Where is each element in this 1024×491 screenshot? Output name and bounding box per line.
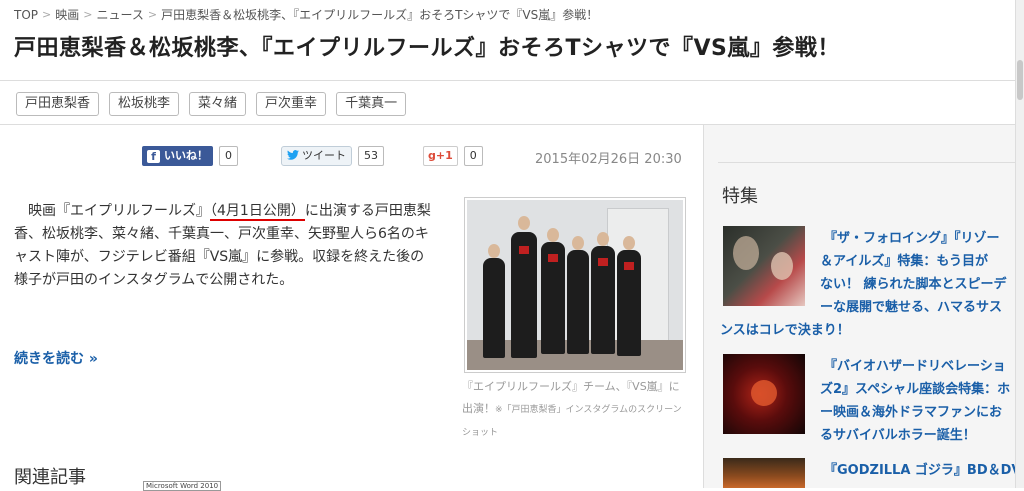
shirt-logo: [598, 258, 608, 266]
title-divider: [0, 80, 1016, 81]
feature-title-line: ズ2』スペシャル座談会特集：ホ: [820, 382, 1011, 397]
feature-title-line: ンスはコレで決まり！: [720, 323, 850, 338]
thumbnail-eye: [751, 380, 777, 406]
article-paragraph: 映画『エイプリルフールズ』（4月1日公開）に出演する戸田恵梨香、松坂桃李、菜々緒…: [14, 200, 434, 292]
twitter-tweet-widget: ツイート 53: [281, 146, 384, 166]
feature-title-following[interactable]: 『ザ・フォロイング』『リゾー ＆アイルズ』特集：もう目が ない！ 練られた脚本と…: [720, 227, 1007, 342]
feature-thumbnail-godzilla[interactable]: [723, 458, 805, 488]
person-head: [518, 216, 530, 230]
tag-list: 戸田恵梨香 松坂桃李 菜々緒 戸次重幸 千葉真一: [16, 92, 407, 116]
feature-title-line: ーな展開で魅せる、ハマるサス: [820, 300, 1003, 315]
feature-title-line: 『バイオハザードリベレーショ: [824, 359, 1006, 374]
person-head: [572, 236, 584, 250]
article-photo[interactable]: [464, 197, 686, 373]
feature-title-biohazard[interactable]: 『バイオハザードリベレーショ ズ2』スペシャル座談会特集：ホ ー映画＆海外ドラマ…: [820, 355, 1010, 447]
post-date: 2015年02月26日 20:30: [535, 152, 682, 167]
feature-title-line: るサバイバルホラー誕生！: [820, 428, 976, 443]
photo-caption-credit: ※「戸田恵梨香」インスタグラムのスクリーンショット: [462, 405, 682, 438]
facebook-like-label: いいね！: [164, 149, 208, 162]
scrollbar-thumb[interactable]: [1017, 60, 1023, 100]
breadcrumb-current: 戸田恵梨香＆松坂桃李、『エイプリルフールズ』おそろTシャツで『VS嵐』参戦！: [161, 8, 599, 22]
tweet-label: ツイート: [302, 149, 346, 162]
page-title: 戸田恵梨香＆松坂桃李、『エイプリルフールズ』おそろTシャツで『VS嵐』参戦！: [14, 36, 840, 61]
sidebar-heading: 特集: [722, 186, 758, 207]
feature-title-line: ＆アイルズ』特集：もう目が: [820, 254, 988, 269]
photo-image: [467, 200, 683, 370]
feature-title-line: 『ザ・フォロイング』『リゾー: [824, 231, 1000, 246]
person-head: [623, 236, 635, 250]
tag-nanao[interactable]: 菜々緒: [189, 92, 247, 116]
tag-toda-erika[interactable]: 戸田恵梨香: [16, 92, 100, 116]
twitter-bird-icon: [287, 147, 299, 165]
facebook-like-count: 0: [219, 146, 238, 166]
tag-totsugi-shigeyuki[interactable]: 戸次重幸: [256, 92, 327, 116]
breadcrumb: TOP > 映画 > ニュース > 戸田恵梨香＆松坂桃李、『エイプリルフールズ』…: [14, 6, 598, 23]
shirt-logo: [624, 262, 634, 270]
gplus-widget: g+1 0: [423, 146, 483, 166]
tweet-button[interactable]: ツイート: [281, 146, 352, 166]
person-figure: [483, 258, 505, 358]
shirt-logo: [519, 246, 529, 254]
feature-title-line: ー映画＆海外ドラマファンにお: [820, 405, 1003, 420]
related-articles-heading: 関連記事: [14, 467, 86, 488]
tag-matsuzaka-tori[interactable]: 松坂桃李: [109, 92, 180, 116]
feature-title-line: ない！ 練られた脚本とスピーデ: [820, 277, 1007, 292]
breadcrumb-separator: >: [147, 8, 158, 21]
facebook-like-button[interactable]: f いいね！: [142, 146, 213, 166]
gplus-button[interactable]: g+1: [423, 146, 458, 166]
tag-chiba-shinichi[interactable]: 千葉真一: [336, 92, 407, 116]
breadcrumb-separator: >: [83, 8, 93, 21]
breadcrumb-news[interactable]: ニュース: [96, 6, 143, 23]
feature-title-godzilla[interactable]: 『GODZILLA ゴジラ』BD＆DV: [824, 459, 1021, 482]
person-head: [488, 244, 500, 258]
facebook-icon: f: [147, 149, 160, 163]
feature-title-line: 『GODZILLA ゴジラ』BD＆DV: [824, 463, 1022, 478]
breadcrumb-separator: >: [42, 8, 52, 21]
person-head: [597, 232, 609, 246]
breadcrumb-top[interactable]: TOP: [14, 8, 38, 22]
person-figure: [567, 250, 589, 354]
facebook-like-widget: f いいね！ 0: [142, 146, 238, 166]
feature-thumbnail-biohazard[interactable]: [723, 354, 805, 434]
sidebar-divider: [718, 162, 1016, 163]
release-date-highlight: （4月1日公開）: [210, 203, 305, 221]
person-head: [547, 228, 559, 242]
photo-caption: 『エイプリルフールズ』チーム、『VS嵐』に出演！※「戸田恵梨香」インスタグラムの…: [462, 376, 684, 444]
shirt-logo: [548, 254, 558, 262]
word-tooltip: Microsoft Word 2010: [143, 481, 222, 491]
breadcrumb-movies[interactable]: 映画: [55, 6, 79, 23]
article-body: 映画『エイプリルフールズ』（4月1日公開）に出演する戸田恵梨香、松坂桃李、菜々緒…: [14, 200, 434, 292]
body-text-lead: 映画『エイプリルフールズ』: [28, 203, 210, 219]
gplus-count: 0: [463, 146, 483, 166]
tweet-count: 53: [358, 146, 384, 166]
read-more-link[interactable]: 続きを読む »: [14, 348, 98, 368]
